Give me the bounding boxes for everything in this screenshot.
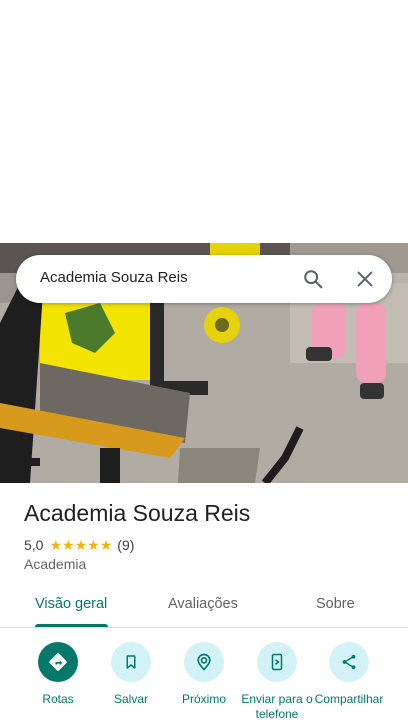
search-icon[interactable] bbox=[302, 268, 324, 290]
action-bar: Rotas Salvar Próximo Enviar para o telef… bbox=[0, 638, 408, 726]
directions-label: Rotas bbox=[42, 692, 74, 706]
send-to-phone-icon bbox=[257, 642, 297, 682]
search-input[interactable]: Academia Souza Reis bbox=[40, 269, 188, 286]
save-button[interactable]: Salvar bbox=[92, 642, 170, 707]
save-label: Salvar bbox=[113, 692, 148, 706]
star-icon: ★ bbox=[87, 537, 100, 553]
rating-value: 5,0 bbox=[24, 537, 44, 553]
share-icon bbox=[329, 642, 369, 682]
search-bar[interactable]: Academia Souza Reis bbox=[16, 255, 392, 303]
rating-row[interactable]: 5,0 ★ ★ ★ ★ ★ (9) bbox=[24, 536, 134, 554]
share-button[interactable]: Compartilhar bbox=[310, 642, 388, 707]
tab-reviews[interactable]: Avaliações bbox=[168, 596, 238, 612]
tab-bar: Visão geral Avaliações Sobre bbox=[0, 584, 408, 628]
review-count[interactable]: (9) bbox=[117, 537, 134, 553]
nearby-button[interactable]: Próximo bbox=[165, 642, 243, 707]
nearby-label: Próximo bbox=[181, 692, 226, 706]
star-icon: ★ bbox=[62, 537, 75, 553]
star-icon: ★ bbox=[49, 537, 63, 553]
send-to-phone-button[interactable]: Enviar para o telefone bbox=[238, 642, 316, 722]
blank-area bbox=[0, 0, 408, 243]
share-label: Compartilhar bbox=[314, 692, 384, 706]
place-title: Academia Souza Reis bbox=[24, 500, 251, 526]
star-rating: ★ ★ ★ ★ ★ bbox=[49, 538, 112, 552]
directions-button[interactable]: Rotas bbox=[19, 642, 97, 707]
bookmark-icon bbox=[111, 642, 151, 682]
directions-icon bbox=[38, 642, 78, 682]
star-icon: ★ bbox=[74, 537, 88, 553]
active-tab-indicator bbox=[35, 624, 108, 627]
tab-about[interactable]: Sobre bbox=[316, 596, 355, 612]
close-icon[interactable] bbox=[354, 268, 376, 290]
tab-overview[interactable]: Visão geral bbox=[35, 596, 107, 612]
star-icon: ★ bbox=[99, 537, 113, 553]
place-category: Academia bbox=[24, 556, 87, 572]
send-to-phone-label: Enviar para o telefone bbox=[241, 692, 313, 721]
nearby-icon bbox=[184, 642, 224, 682]
